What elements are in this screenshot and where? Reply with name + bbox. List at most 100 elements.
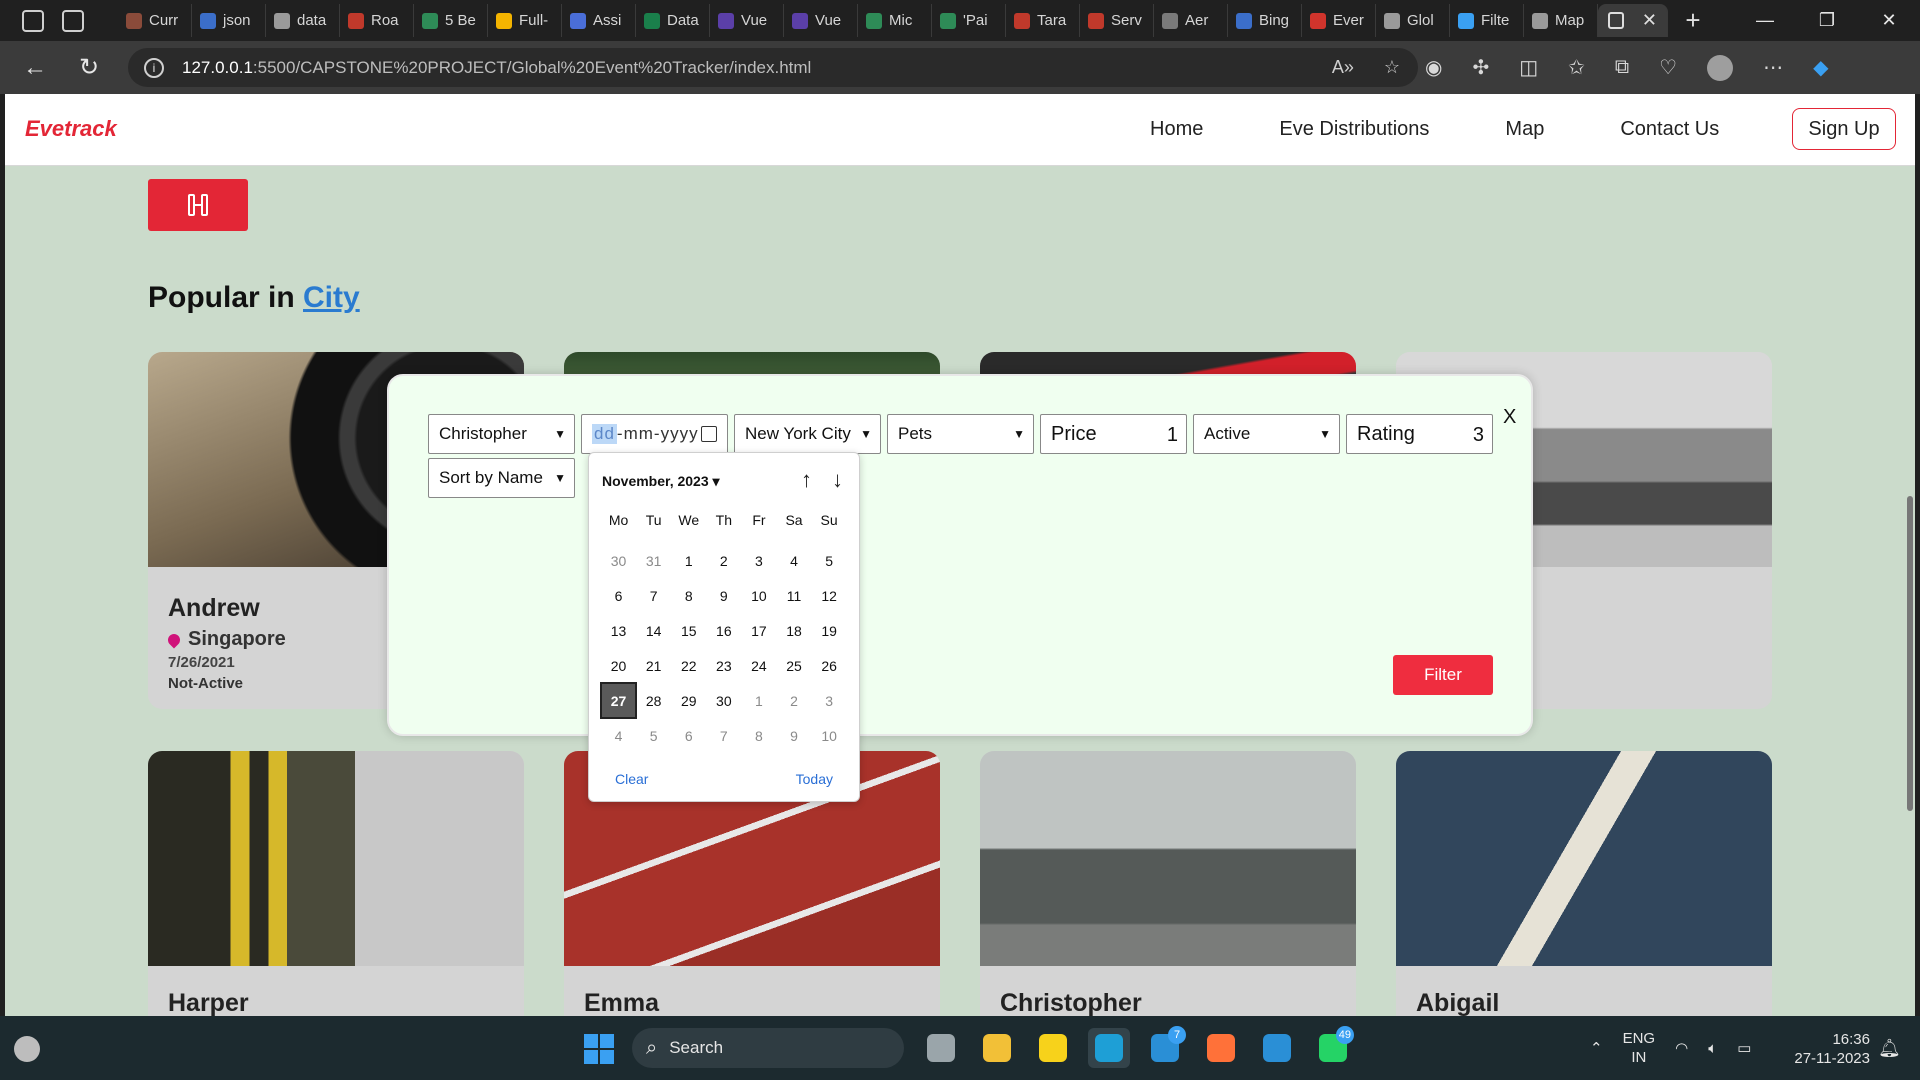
nav-contact-us[interactable]: Contact Us (1620, 118, 1719, 141)
calendar-day[interactable]: 7 (706, 723, 741, 748)
filter-button[interactable]: Filter (1393, 655, 1493, 695)
firefox-app[interactable] (1200, 1028, 1242, 1068)
extensions-puzzle-icon[interactable]: ✣ (1472, 55, 1489, 80)
date-rest-segment[interactable]: -mm-yyyy (617, 424, 699, 444)
price-input[interactable]: Price 1 (1040, 414, 1187, 454)
calendar-day-selected[interactable]: 27 (599, 682, 638, 719)
calendar-day[interactable]: 21 (636, 653, 671, 678)
browser-tab[interactable]: Ever (1302, 4, 1376, 37)
calendar-day[interactable]: 3 (812, 688, 847, 713)
site-info-icon[interactable]: i (144, 57, 164, 78)
wifi-icon[interactable]: ◠ (1675, 1039, 1688, 1057)
browser-tab[interactable]: Glol (1376, 4, 1450, 37)
browser-tab[interactable]: Filte (1450, 4, 1524, 37)
date-day-segment[interactable]: dd (592, 424, 617, 444)
calendar-day[interactable]: 8 (671, 583, 706, 608)
split-screen-icon[interactable]: ◫ (1519, 55, 1538, 80)
browser-tab[interactable]: Tara (1006, 4, 1080, 37)
event-card[interactable]: Christopher (980, 751, 1356, 1016)
copilot-icon[interactable]: ◆ (1813, 55, 1828, 80)
weather-widget-icon[interactable] (14, 1036, 40, 1062)
browser-tab[interactable]: data (266, 4, 340, 37)
calendar-icon[interactable] (701, 426, 717, 442)
browser-tab[interactable]: 5 Be (414, 4, 488, 37)
browser-tab[interactable]: Roa (340, 4, 414, 37)
calendar-day[interactable]: 30 (706, 688, 741, 713)
calendar-day[interactable]: 25 (776, 653, 811, 678)
calendar-day[interactable]: 31 (636, 548, 671, 573)
calendar-day[interactable]: 10 (812, 723, 847, 748)
brand-logo[interactable]: Evetrack (25, 116, 117, 142)
calendar-day[interactable]: 12 (812, 583, 847, 608)
calendar-day[interactable]: 9 (706, 583, 741, 608)
calendar-day[interactable]: 30 (601, 548, 636, 573)
browser-tab[interactable]: Full- (488, 4, 562, 37)
calendar-day[interactable]: 16 (706, 618, 741, 643)
browser-tab[interactable]: Curr (118, 4, 192, 37)
minimize-button[interactable]: — (1734, 0, 1796, 41)
read-aloud-icon[interactable]: A» (1332, 57, 1354, 78)
sort-select[interactable]: Sort by Name ▼ (428, 458, 575, 498)
calendar-day[interactable]: 6 (601, 583, 636, 608)
calendar-day[interactable]: 22 (671, 653, 706, 678)
notifications-bell-icon[interactable]: 🔔︎ (1878, 1038, 1901, 1059)
calendar-day[interactable]: 6 (671, 723, 706, 748)
city-link[interactable]: City (303, 281, 360, 314)
browser-tab[interactable]: 'Pai (932, 4, 1006, 37)
browser-tab[interactable]: Bing (1228, 4, 1302, 37)
month-year-selector[interactable]: November, 2023 ▾ (602, 473, 720, 490)
next-month-arrow-icon[interactable]: ↓ (832, 467, 843, 493)
clear-date-button[interactable]: Clear (615, 771, 648, 787)
name-select[interactable]: Christopher ▼ (428, 414, 575, 454)
calendar-day[interactable]: 26 (812, 653, 847, 678)
nav-eve-distributions[interactable]: Eve Distributions (1279, 118, 1429, 141)
calendar-day[interactable]: 5 (812, 548, 847, 573)
calendar-day[interactable]: 19 (812, 618, 847, 643)
city-select[interactable]: New York City ▼ (734, 414, 881, 454)
calendar-day[interactable]: 15 (671, 618, 706, 643)
vscode-app[interactable] (1256, 1028, 1298, 1068)
calendar-day[interactable]: 7 (636, 583, 671, 608)
browser-tab[interactable]: json (192, 4, 266, 37)
calendar-day[interactable]: 20 (601, 653, 636, 678)
browser-tab[interactable]: Map (1524, 4, 1598, 37)
event-card[interactable]: Harper (148, 751, 524, 1016)
calendar-day[interactable]: 5 (636, 723, 671, 748)
collections-icon[interactable]: ⧉ (1615, 56, 1629, 79)
whatsapp-app[interactable]: 49 (1312, 1026, 1354, 1068)
status-select[interactable]: Active ▼ (1193, 414, 1340, 454)
calendar-day[interactable]: 8 (741, 723, 776, 748)
tray-overflow-chevron-icon[interactable]: ⌃ (1590, 1039, 1603, 1057)
favorite-star-icon[interactable]: ☆ (1384, 57, 1400, 78)
battery-icon[interactable]: ▭ (1737, 1039, 1751, 1057)
browser-tab[interactable]: Aer (1154, 4, 1228, 37)
calendar-day[interactable]: 24 (741, 653, 776, 678)
restore-button[interactable]: ❐ (1796, 0, 1858, 41)
calendar-day[interactable]: 4 (776, 548, 811, 573)
back-arrow-icon[interactable]: ← (8, 54, 62, 82)
calendar-day[interactable]: 28 (636, 688, 671, 713)
workspaces-icon[interactable] (22, 9, 44, 32)
refresh-icon[interactable]: ↻ (62, 53, 116, 82)
browser-tab[interactable]: Vue (710, 4, 784, 37)
volume-icon[interactable]: 🔈︎ (1708, 1040, 1717, 1057)
calendar-day[interactable]: 2 (776, 688, 811, 713)
vscode-insiders-app[interactable]: 7 (1144, 1026, 1186, 1068)
browser-tab[interactable]: Assi (562, 4, 636, 37)
close-window-button[interactable]: ✕ (1858, 0, 1920, 41)
profile-avatar[interactable] (1707, 54, 1734, 81)
filter-toggle-button[interactable] (148, 179, 248, 231)
close-tab-icon[interactable]: ✕ (1642, 10, 1657, 31)
page-scrollbar[interactable] (1905, 186, 1915, 1016)
browser-tab[interactable]: Serv (1080, 4, 1154, 37)
previous-month-arrow-icon[interactable]: ↑ (801, 467, 812, 493)
taskbar-search[interactable]: ⌕ Search (632, 1028, 904, 1068)
calendar-day[interactable]: 2 (706, 548, 741, 573)
url-input[interactable]: i 127.0.0.1:5500/CAPSTONE%20PROJECT/Glob… (128, 48, 1418, 87)
calendar-day[interactable]: 10 (741, 583, 776, 608)
scrollbar-thumb[interactable] (1907, 496, 1913, 811)
clock[interactable]: 16:36 27-11-2023 (1780, 1030, 1870, 1068)
edge-app[interactable] (1088, 1028, 1130, 1068)
calendar-day[interactable]: 11 (776, 583, 811, 608)
calendar-day[interactable]: 29 (671, 688, 706, 713)
